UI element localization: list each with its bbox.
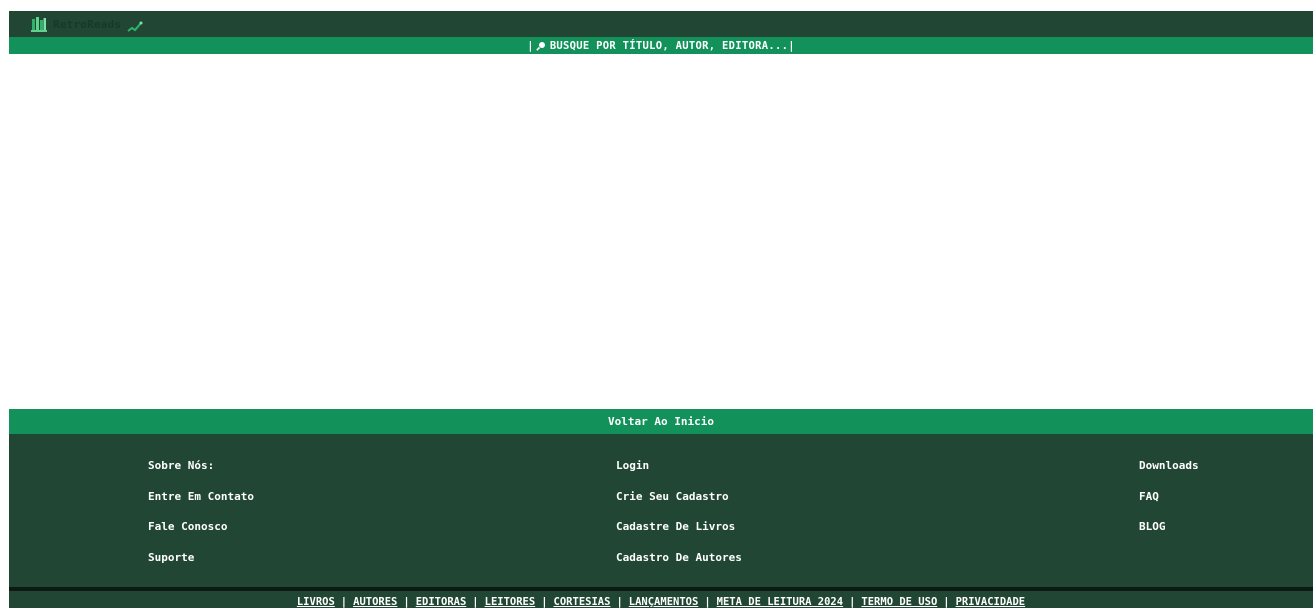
- nav-link-books[interactable]: LIVROS: [297, 596, 335, 608]
- footer-link-downloads[interactable]: Downloads: [1139, 458, 1199, 489]
- sparkle-icon: [127, 18, 143, 32]
- footer-link-contact[interactable]: Entre Em Contato: [148, 489, 254, 520]
- footer-column-about: Sobre Nós: Entre Em Contato Fale Conosco…: [148, 458, 254, 580]
- footer-link-support[interactable]: Suporte: [148, 550, 254, 581]
- brand-name[interactable]: RetroReads: [53, 18, 121, 31]
- nav-link-readers[interactable]: LEITORES: [485, 596, 536, 608]
- footer-link-about[interactable]: Sobre Nós:: [148, 458, 254, 489]
- nav-link-publishers[interactable]: EDITORAS: [416, 596, 467, 608]
- nav-link-terms[interactable]: TERMO DE USO: [861, 596, 937, 608]
- footer-link-faq[interactable]: FAQ: [1139, 489, 1199, 520]
- back-to-top-button[interactable]: Voltar Ao Inicio: [9, 409, 1313, 434]
- nav-link-courtesies[interactable]: CORTESIAS: [554, 596, 611, 608]
- nav-link-releases[interactable]: LANÇAMENTOS: [629, 596, 699, 608]
- search-icon: [536, 41, 546, 51]
- bottom-nav: LIVROS | AUTORES | EDITORAS | LEITORES | COR…: [9, 591, 1313, 608]
- top-header: RetroReads: [9, 11, 1313, 37]
- footer-link-register-books[interactable]: Cadastre De Livros: [616, 519, 742, 550]
- footer-link-login[interactable]: Login: [616, 458, 742, 489]
- nav-link-privacy[interactable]: PRIVACIDADE: [956, 596, 1026, 608]
- footer-link-register-authors[interactable]: Cadastro De Autores: [616, 550, 742, 581]
- footer-link-blog[interactable]: BLOG: [1139, 519, 1199, 550]
- footer-link-signup[interactable]: Crie Seu Cadastro: [616, 489, 742, 520]
- search-bar[interactable]: | BUSQUE POR TÍTULO, AUTOR, EDITORA... |: [9, 37, 1313, 54]
- bookshelf-icon[interactable]: [31, 16, 47, 32]
- footer-column-resources: Downloads FAQ BLOG: [1139, 458, 1199, 550]
- footer-link-talk-to-us[interactable]: Fale Conosco: [148, 519, 254, 550]
- nav-link-reading-goal[interactable]: META DE LEITURA 2024: [717, 596, 843, 608]
- footer-links: Sobre Nós: Entre Em Contato Fale Conosco…: [9, 434, 1313, 587]
- footer-column-account: Login Crie Seu Cadastro Cadastre De Livr…: [616, 458, 742, 580]
- search-input[interactable]: BUSQUE POR TÍTULO, AUTOR, EDITORA...: [550, 40, 788, 52]
- nav-link-authors[interactable]: AUTORES: [353, 596, 397, 608]
